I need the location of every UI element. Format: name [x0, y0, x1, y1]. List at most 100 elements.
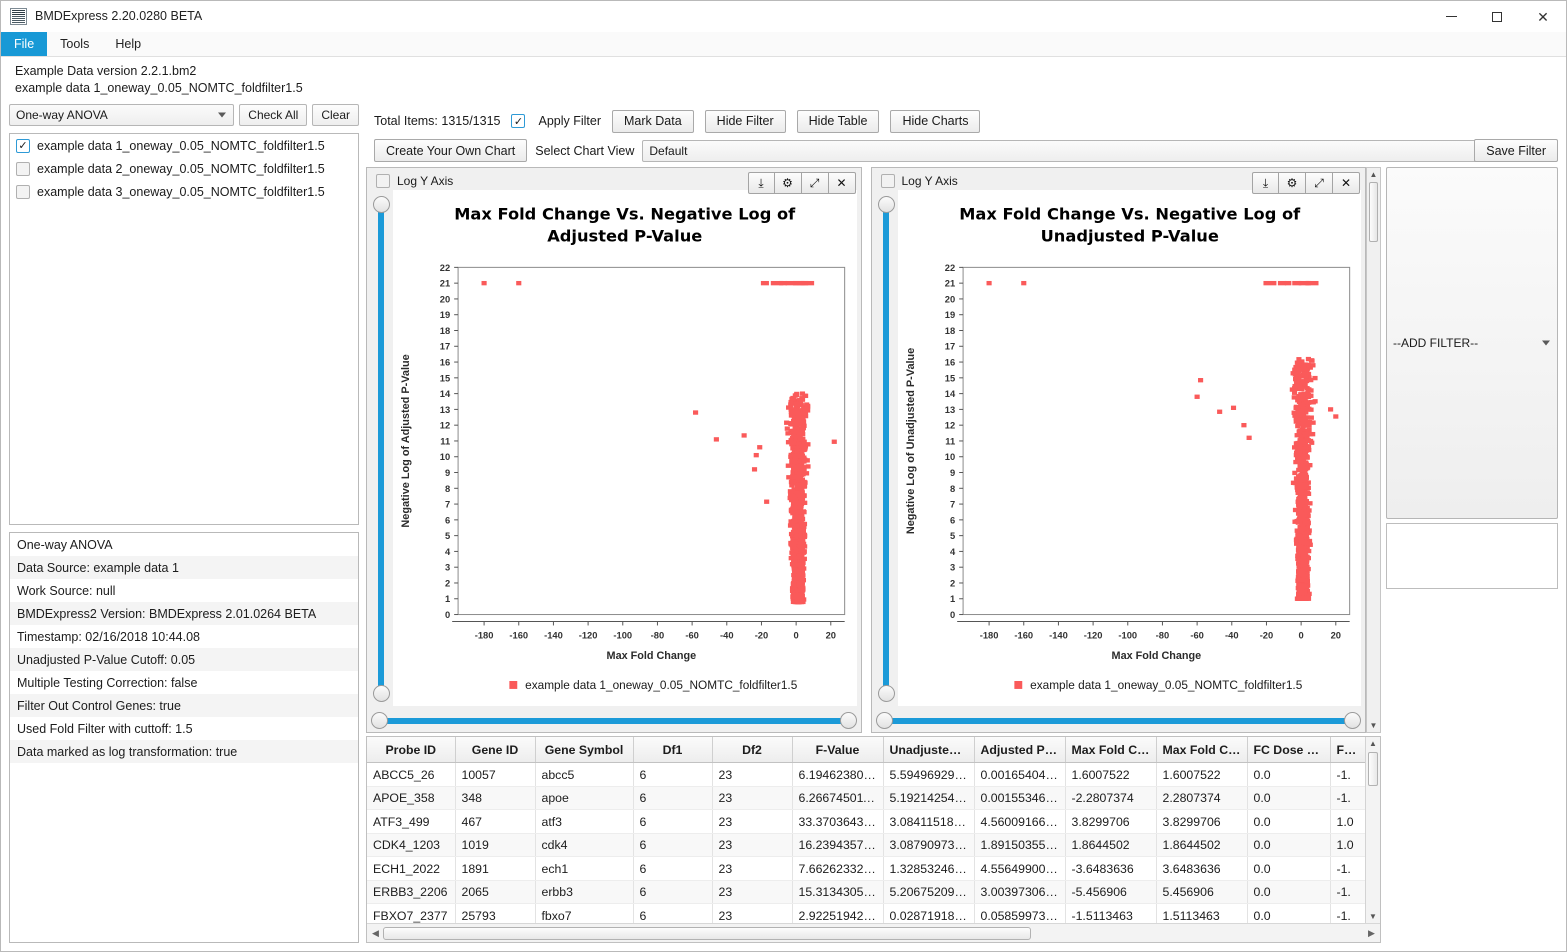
checkbox-checked-icon[interactable]: ✓ — [16, 138, 30, 153]
table-row[interactable]: FBXO7_2377 25793 fbxo7 6 23 2.9225194282... 0.… — [367, 903, 1365, 923]
table-row[interactable]: CDK4_1203 1019 cdk4 6 23 16.239435795... 3.087… — [367, 833, 1365, 858]
list-item[interactable]: example data 2_oneway_0.05_NOMTC_foldfil… — [10, 157, 358, 180]
table-row[interactable]: ATF3_499 467 atf3 6 23 33.370364336... 3.08411… — [367, 809, 1365, 834]
scrollbar-thumb[interactable] — [1368, 751, 1378, 786]
scrollbar-thumb[interactable] — [383, 927, 1031, 940]
table-cell: 0.0015534681... — [974, 786, 1066, 811]
mark-data-button[interactable]: Mark Data — [612, 109, 694, 133]
close-button[interactable]: ✕ — [1520, 1, 1566, 32]
svg-text:11: 11 — [945, 435, 955, 446]
table-cell: 3.8299706 — [1065, 809, 1157, 834]
slider-handle-right[interactable] — [839, 711, 857, 729]
column-header[interactable]: Df1 — [633, 736, 713, 764]
table-row[interactable]: ECH1_2022 1891 ech1 6 23 7.6626233299... 1.328… — [367, 856, 1365, 881]
slider-track — [378, 205, 384, 693]
download-icon[interactable]: ⤓ — [1252, 172, 1279, 194]
column-header[interactable]: Max Fold Ch... — [1065, 736, 1157, 764]
column-header[interactable]: Probe ID — [367, 736, 456, 764]
svg-text:22: 22 — [440, 262, 450, 273]
column-header[interactable]: Adjusted P-V... — [974, 736, 1066, 764]
chart-x-range-slider[interactable] — [875, 711, 1361, 729]
column-header[interactable]: Gene ID — [455, 736, 536, 764]
hide-charts-button[interactable]: Hide Charts — [890, 109, 981, 133]
svg-text:20: 20 — [440, 293, 450, 304]
slider-handle-left[interactable] — [875, 711, 893, 729]
expand-icon[interactable]: ⤢ — [801, 172, 829, 194]
table-body-container[interactable]: Probe ID Gene ID Gene Symbol Df1 Df2 F-V… — [367, 736, 1365, 923]
menu-file[interactable]: File — [1, 32, 48, 56]
chart-y-range-slider[interactable] — [371, 196, 391, 702]
scroll-down-icon[interactable]: ▼ — [1370, 719, 1378, 732]
checkbox-icon[interactable] — [16, 184, 30, 199]
save-filter-button[interactable]: Save Filter — [1474, 139, 1558, 162]
column-header[interactable]: F-Value — [792, 736, 884, 764]
svg-text:15: 15 — [440, 372, 450, 383]
table-row[interactable]: ABCC5_26 10057 abcc5 6 23 6.1946238035... 5.59… — [367, 762, 1365, 787]
charts-vertical-scrollbar[interactable]: ▲ ▼ — [1366, 167, 1381, 733]
chart-y-range-slider[interactable] — [876, 196, 896, 702]
table-cell: 1.5113463 — [1156, 903, 1248, 923]
checkbox-icon[interactable] — [880, 174, 895, 188]
maximize-button[interactable] — [1474, 1, 1520, 32]
table-cell: 10057 — [455, 762, 536, 787]
slider-track — [882, 205, 889, 693]
minimize-button[interactable] — [1428, 1, 1474, 32]
slider-handle-left[interactable] — [371, 711, 388, 729]
scrollbar-thumb[interactable] — [1369, 182, 1378, 242]
download-icon[interactable]: ⤓ — [747, 172, 775, 194]
hide-table-button[interactable]: Hide Table — [796, 109, 880, 133]
slider-handle-right[interactable] — [1344, 711, 1361, 729]
add-filter-dropdown[interactable]: --ADD FILTER-- — [1386, 167, 1558, 519]
slider-handle-top[interactable] — [373, 196, 390, 213]
create-your-own-chart-button[interactable]: Create Your Own Chart — [374, 139, 528, 162]
column-header[interactable]: Df2 — [712, 736, 793, 764]
table-row[interactable]: ERBB3_2206 2065 erbb3 6 23 15.313430580... 5.2… — [367, 880, 1365, 905]
app-logo-icon — [10, 7, 27, 25]
list-item[interactable]: example data 3_oneway_0.05_NOMTC_foldfil… — [10, 180, 358, 203]
close-icon[interactable]: ✕ — [1333, 172, 1360, 194]
scroll-left-icon[interactable]: ◀ — [369, 928, 382, 939]
gear-icon[interactable]: ⚙ — [774, 172, 802, 194]
table-horizontal-scrollbar[interactable]: ◀ ▶ — [367, 923, 1380, 942]
checkbox-checked-icon[interactable]: ✓ — [511, 114, 526, 128]
analysis-type-select[interactable]: One-way ANOVA — [9, 104, 235, 126]
column-header[interactable]: Gene Symbol — [535, 736, 634, 764]
column-header[interactable]: Unadjusted ... — [883, 736, 975, 764]
dataset-list[interactable]: ✓ example data 1_oneway_0.05_NOMTC_foldf… — [9, 133, 359, 525]
scroll-up-icon[interactable]: ▲ — [1370, 168, 1378, 181]
scroll-right-icon[interactable]: ▶ — [1365, 928, 1378, 939]
plot-area[interactable]: Max Fold Change Vs. Negative Log of Adjus… — [393, 190, 857, 706]
table-row[interactable]: APOE_358 348 apoe 6 23 6.2667450117... 5.19214… — [367, 786, 1365, 811]
close-icon[interactable]: ✕ — [828, 172, 856, 194]
gear-icon[interactable]: ⚙ — [1279, 172, 1306, 194]
active-filters-list[interactable] — [1386, 523, 1558, 589]
menu-tools[interactable]: Tools — [47, 32, 102, 56]
column-header[interactable]: FC D — [1330, 736, 1365, 764]
chart-x-range-slider[interactable] — [371, 711, 857, 729]
scroll-down-icon[interactable]: ▼ — [1369, 910, 1377, 923]
table-vertical-scrollbar[interactable]: ▲ ▼ — [1365, 736, 1380, 923]
column-header[interactable]: FC Dose Leve... — [1247, 736, 1331, 764]
info-row: Unadjusted P-Value Cutoff: 0.05 — [10, 648, 358, 671]
checkbox-icon[interactable] — [16, 161, 30, 176]
clear-button[interactable]: Clear — [312, 104, 359, 126]
scroll-up-icon[interactable]: ▲ — [1369, 737, 1377, 750]
hide-filter-button[interactable]: Hide Filter — [704, 109, 786, 133]
select-chart-view-dropdown[interactable]: Default — [642, 139, 1536, 162]
menu-help[interactable]: Help — [102, 32, 154, 56]
list-item[interactable]: ✓ example data 1_oneway_0.05_NOMTC_foldf… — [10, 134, 358, 157]
info-row: Multiple Testing Correction: false — [17, 675, 198, 690]
plot-area[interactable]: Max Fold Change Vs. Negative Log of Unadj… — [897, 190, 1361, 706]
svg-text:2: 2 — [445, 577, 450, 588]
svg-text:0: 0 — [1298, 629, 1303, 640]
slider-handle-bottom[interactable] — [877, 684, 895, 702]
check-all-button[interactable]: Check All — [239, 104, 308, 126]
slider-handle-top[interactable] — [877, 196, 895, 213]
slider-handle-bottom[interactable] — [373, 684, 390, 702]
column-header[interactable]: Max Fold Ch... — [1156, 736, 1248, 764]
expand-icon[interactable]: ⤢ — [1306, 172, 1333, 194]
apply-filter-label: Apply Filter — [538, 114, 602, 128]
svg-text:5: 5 — [949, 530, 954, 541]
checkbox-icon[interactable] — [376, 174, 390, 188]
apply-filter-toggle[interactable]: ✓ Apply Filter — [511, 114, 601, 128]
